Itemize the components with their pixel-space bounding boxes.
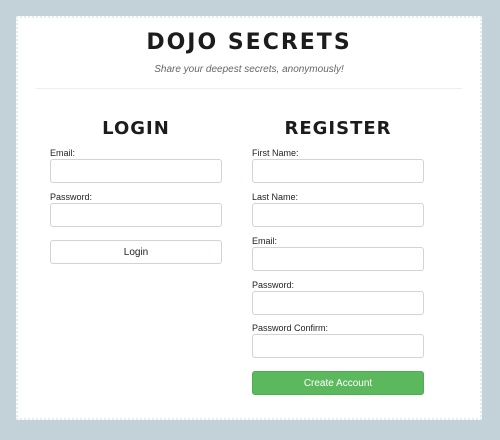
login-email-label: Email: [50, 148, 76, 158]
register-password-confirm-input[interactable] [252, 334, 424, 358]
create-account-button[interactable]: Create Account [252, 371, 424, 395]
register-email-input[interactable] [252, 247, 424, 271]
login-heading: LOGIN [102, 118, 170, 139]
register-last-name-input[interactable] [252, 203, 424, 227]
register-last-name-label: Last Name: [252, 192, 299, 202]
register-first-name-input[interactable] [252, 159, 424, 183]
main-card: DOJO SECRETS Share your deepest secrets,… [16, 16, 482, 420]
login-password-label: Password: [50, 192, 93, 202]
page-title: DOJO SECRETS [146, 30, 352, 55]
register-first-name-label: First Name: [252, 148, 299, 158]
register-password-confirm-label: Password Confirm: [252, 323, 329, 333]
register-password-label: Password: [252, 280, 295, 290]
header-divider [36, 88, 462, 89]
login-button[interactable]: Login [50, 240, 222, 264]
login-email-input[interactable] [50, 159, 222, 183]
register-heading: REGISTER [284, 118, 392, 139]
register-password-input[interactable] [252, 291, 424, 315]
login-password-input[interactable] [50, 203, 222, 227]
register-email-label: Email: [252, 236, 278, 246]
page-subtitle: Share your deepest secrets, anonymously! [154, 64, 344, 75]
